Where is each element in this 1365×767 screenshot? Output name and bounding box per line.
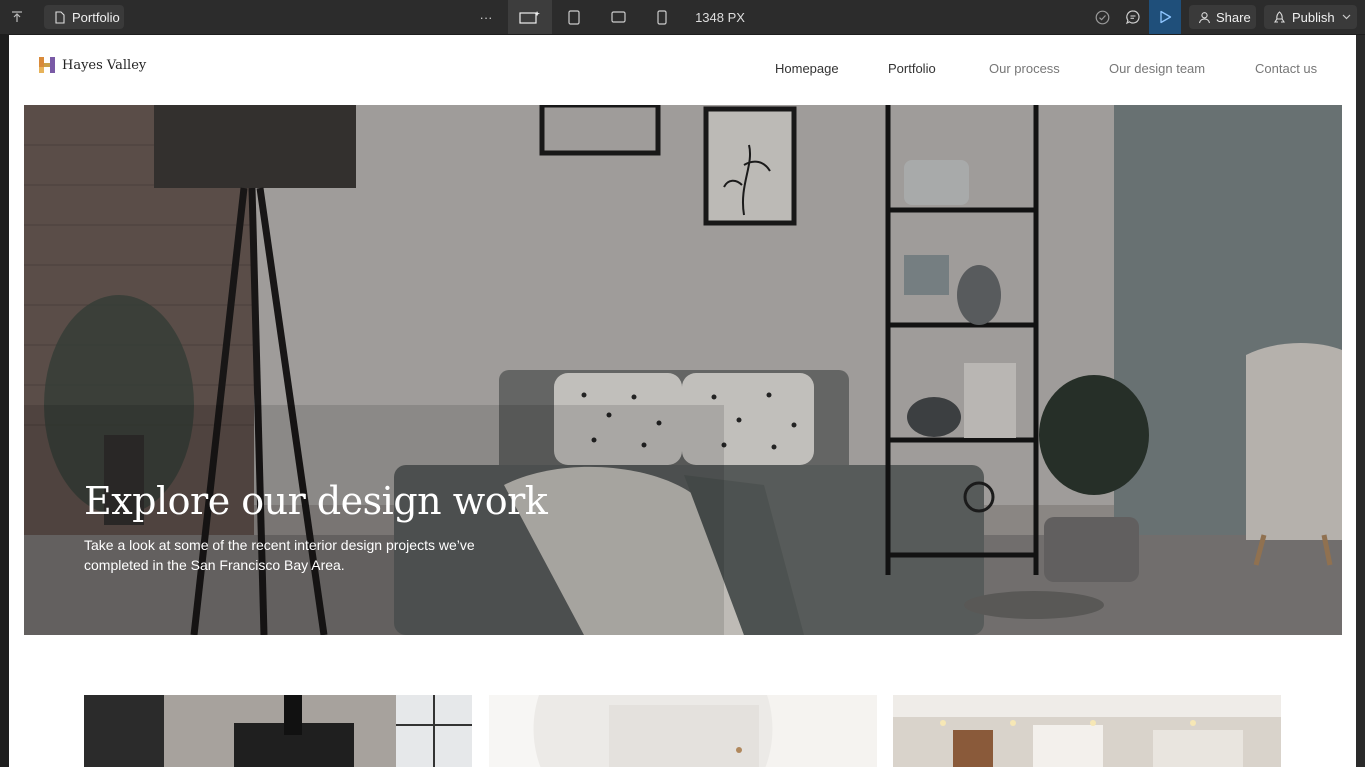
landscape-breakpoint-button[interactable] [604, 0, 632, 34]
nav-portfolio[interactable]: Portfolio [888, 61, 936, 76]
desktop-star-icon [519, 11, 540, 24]
logo-text: Hayes Valley [62, 57, 147, 73]
mobile-breakpoint-button[interactable] [648, 0, 676, 34]
nav-contact-us[interactable]: Contact us [1255, 61, 1317, 76]
portfolio-card-2[interactable] [489, 695, 877, 767]
chevron-down-icon [1342, 14, 1351, 20]
site-canvas: Hayes Valley Homepage Portfolio Our proc… [9, 35, 1356, 767]
hero-title: Explore our design work [84, 479, 548, 523]
logo-mark-icon [39, 57, 55, 73]
portfolio-image-3 [893, 695, 1281, 767]
comments-button[interactable] [1121, 0, 1145, 34]
check-circle-icon [1095, 10, 1109, 24]
tablet-landscape-icon [610, 11, 626, 23]
mobile-icon [657, 9, 667, 25]
rocket-icon [1274, 10, 1285, 23]
site-logo[interactable]: Hayes Valley [38, 56, 146, 74]
editor-toolbar: Portfolio ··· 1348 PX Share Publish [0, 0, 1365, 34]
publish-button[interactable]: Publish [1264, 5, 1357, 29]
page-selector[interactable]: Portfolio [44, 5, 124, 29]
canvas-width-readout: 1348 PX [695, 9, 745, 25]
portfolio-image-2 [489, 695, 877, 767]
page-name: Portfolio [72, 9, 120, 25]
nav-homepage[interactable]: Homepage [775, 61, 839, 76]
portfolio-card-1[interactable] [84, 695, 472, 767]
nav-our-design-team[interactable]: Our design team [1109, 61, 1205, 76]
nav-our-process[interactable]: Our process [989, 61, 1060, 76]
tablet-breakpoint-button[interactable] [560, 0, 588, 34]
publish-label: Publish [1292, 9, 1335, 25]
portfolio-card-3[interactable] [893, 695, 1281, 767]
canvas-scrollbar[interactable] [1356, 35, 1365, 767]
preview-button[interactable] [1149, 0, 1181, 34]
share-button[interactable]: Share [1189, 5, 1256, 29]
tablet-icon [568, 9, 580, 25]
more-options-button[interactable]: ··· [474, 0, 498, 34]
publish-status-button[interactable] [1090, 0, 1114, 34]
desktop-breakpoint-button[interactable] [508, 0, 552, 34]
portfolio-image-1 [84, 695, 472, 767]
collapse-button[interactable] [6, 0, 28, 34]
hero-subtitle: Take a look at some of the recent interi… [84, 537, 475, 573]
page-icon [55, 10, 65, 24]
comment-icon [1125, 10, 1140, 25]
hero-section: Explore our design work Take a look at s… [24, 105, 1342, 635]
share-label: Share [1216, 9, 1251, 25]
user-icon [1198, 11, 1211, 23]
arrow-up-bar-icon [12, 11, 22, 22]
play-icon [1159, 10, 1171, 24]
